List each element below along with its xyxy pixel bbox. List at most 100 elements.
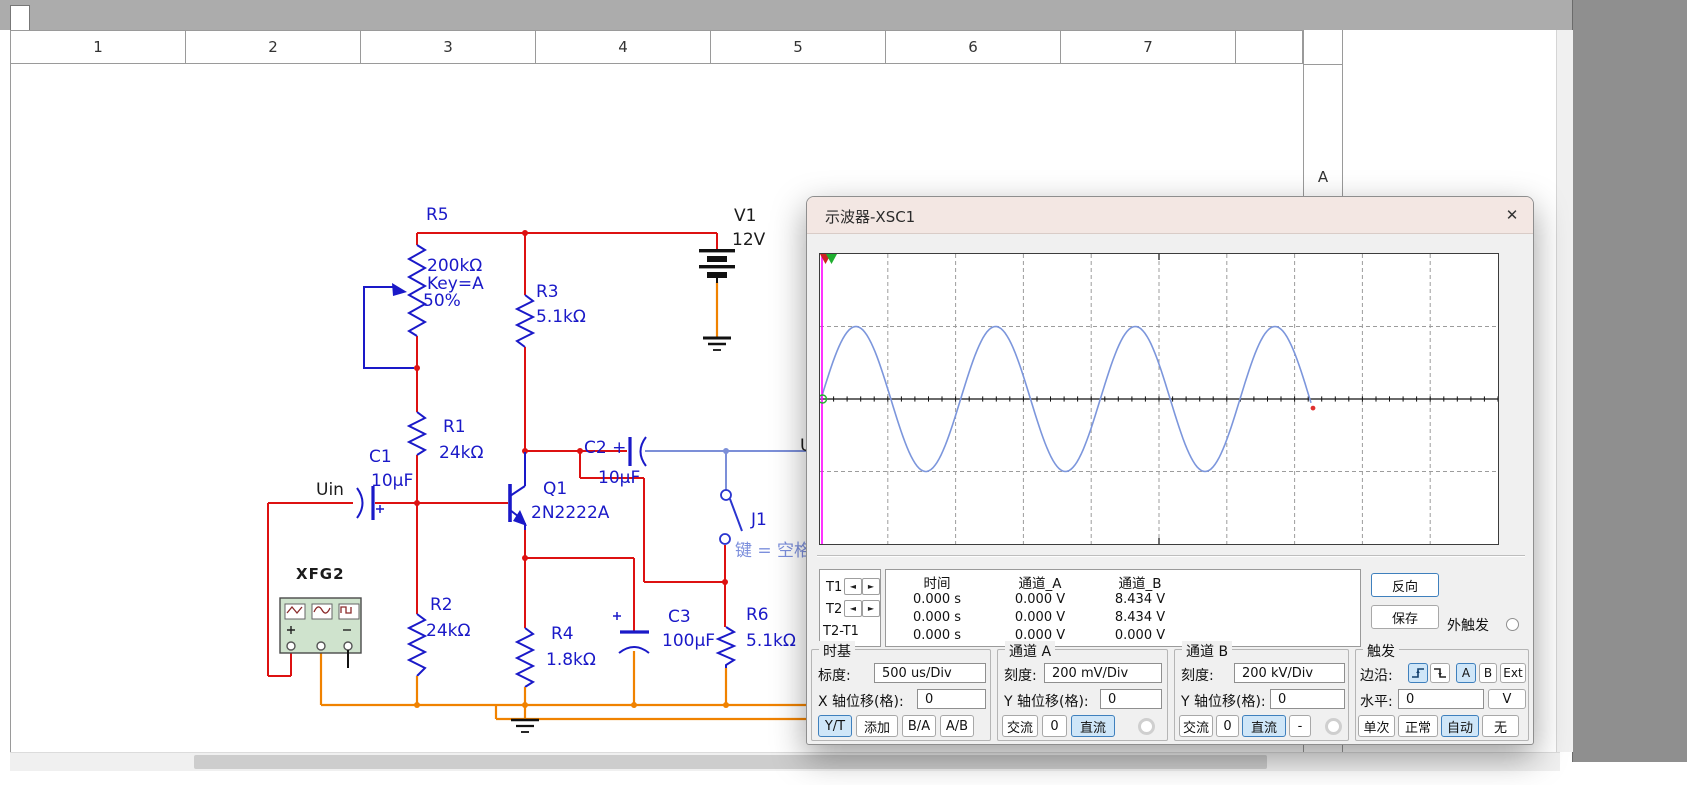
label-q1-ref: Q1: [543, 481, 567, 499]
close-icon[interactable]: ✕: [1497, 201, 1527, 229]
reverse-button[interactable]: 反向: [1371, 573, 1439, 597]
channel-b-coupling-直流-button[interactable]: 直流: [1242, 715, 1286, 737]
channel-b-scale-input[interactable]: 200 kV/Div: [1234, 663, 1345, 683]
channel-b-scale-value: 200 kV/Div: [1242, 666, 1313, 681]
timebase-scale-value: 500 us/Div: [882, 666, 952, 681]
output-junction-dot: [723, 448, 729, 454]
label-r5-ref: R5: [426, 207, 449, 225]
channel-a-scale-input[interactable]: 200 mV/Div: [1044, 663, 1162, 683]
label-uin: Uin: [316, 482, 344, 500]
trigger-mode-自动-button[interactable]: 自动: [1441, 715, 1479, 737]
measurement-table: 时间通道_A通道_B0.000 s0.000 V8.434 V0.000 s0.…: [885, 569, 1361, 647]
falling-edge-button[interactable]: [1430, 663, 1450, 683]
ext-trigger-radio[interactable]: [1506, 618, 1519, 631]
channel-b-scale-label: 刻度:: [1181, 665, 1214, 685]
cursor-t1-right-arrow-button[interactable]: ►: [862, 578, 880, 595]
channel-a-coupling-交流-button[interactable]: 交流: [1002, 715, 1038, 737]
channel-a-offset-input[interactable]: 0: [1100, 689, 1162, 709]
timebase-offset-input[interactable]: 0: [917, 689, 986, 709]
trigger-title: 触发: [1363, 641, 1399, 661]
cursor-row-label-t2-t1: T2-T1: [823, 624, 859, 639]
panel-divider: [817, 555, 1525, 557]
label-q1-value: 2N2222A: [531, 505, 609, 523]
timebase-offset-label: X 轴位移(格):: [818, 691, 904, 711]
timebase-title: 时基: [819, 641, 855, 661]
label-r4-ref: R4: [551, 626, 574, 644]
label-r2-ref: R2: [430, 597, 453, 615]
trigger-edge-label: 边沿:: [1360, 665, 1393, 685]
channel-b-offset-input[interactable]: 0: [1270, 689, 1345, 709]
trigger-level-unit-label: V: [1503, 692, 1512, 707]
channel-a-offset-value: 0: [1108, 692, 1116, 707]
label-r1-ref: R1: [443, 419, 466, 437]
channel-b-coupling-交流-button[interactable]: 交流: [1179, 715, 1213, 737]
label-j1-key: 键 = 空格: [735, 543, 811, 561]
save-button[interactable]: 保存: [1371, 605, 1439, 629]
measurement-value: 0.000 s: [886, 610, 988, 625]
label-v1-value: 12V: [732, 232, 765, 250]
label-r3-value: 5.1kΩ: [536, 309, 586, 327]
cursor-t1-left-arrow-button[interactable]: ◄: [844, 578, 862, 595]
cursor-t2-right-arrow-button[interactable]: ►: [862, 600, 880, 617]
oscilloscope-titlebar[interactable]: 示波器-XSC1 ✕: [807, 197, 1533, 234]
cursor-readout-labels: T1◄►T2◄►T2-T1: [819, 569, 881, 647]
timebase-mode-BA-button[interactable]: B/A: [902, 715, 936, 737]
cursor-row-label-t1: T1: [826, 580, 842, 595]
label-v1-ref: V1: [734, 208, 756, 226]
trigger-source-ext-button[interactable]: Ext: [1500, 663, 1526, 683]
trigger-source-b-button[interactable]: B: [1479, 663, 1497, 683]
label-c3-value: 100μF: [662, 633, 715, 651]
timebase-mode-添加-button[interactable]: 添加: [856, 715, 898, 737]
trigger-group: 触发 边沿: ABExt 水平: 0 V 单次正常自动无: [1355, 649, 1529, 741]
label-c2-ref: C2 +: [584, 440, 626, 458]
measurement-row-t1: 0.000 s0.000 V8.434 V: [886, 590, 1360, 608]
rising-edge-button[interactable]: [1408, 663, 1428, 683]
label-c3-ref: C3: [668, 609, 691, 627]
label-c1-value: 10μF: [371, 473, 413, 491]
trigger-level-unit[interactable]: V: [1488, 689, 1526, 709]
column-header: 通道_B: [1092, 572, 1188, 592]
c1-plus: [376, 505, 384, 513]
label-c2-value: 10μF: [598, 470, 640, 488]
measurement-value: 8.434 V: [1092, 610, 1188, 625]
resistor-r6: [718, 627, 734, 668]
battery-v1: [699, 249, 735, 278]
trigger-mode-单次-button[interactable]: 单次: [1358, 715, 1395, 737]
r5-wiper-arrow: [392, 283, 407, 296]
timebase-mode-AB-button[interactable]: A/B: [940, 715, 974, 737]
q1-emitter-arrow: [513, 510, 527, 526]
measurement-value: 0.000 s: [886, 628, 988, 643]
trigger-mode-无-button[interactable]: 无: [1482, 715, 1519, 737]
channel-b-coupling-0-button[interactable]: 0: [1216, 715, 1239, 737]
channel-a-coupling-0-button[interactable]: 0: [1042, 715, 1067, 737]
timebase-scale-input[interactable]: 500 us/Div: [874, 663, 986, 683]
trigger-level-input[interactable]: 0: [1398, 689, 1484, 709]
label-r3-ref: R3: [536, 284, 559, 302]
timebase-group: 时基 标度: 500 us/Div X 轴位移(格): 0 Y/T添加B/AA/…: [811, 649, 991, 741]
label-r1-value: 24kΩ: [439, 445, 483, 463]
channel-b-coupling--button[interactable]: -: [1289, 715, 1311, 737]
falling-edge-icon: [1432, 665, 1448, 681]
r5-wiper-loop: [364, 287, 414, 368]
trigger-mode-正常-button[interactable]: 正常: [1398, 715, 1438, 737]
measurement-value: 0.000 V: [988, 610, 1092, 625]
measurement-value: 0.000 V: [1092, 628, 1188, 643]
ground-symbol-main: [511, 720, 539, 732]
label-j1-ref: J1: [751, 512, 767, 530]
c3-plus: [613, 612, 621, 620]
channel-a-offset-label: Y 轴位移(格):: [1004, 691, 1089, 711]
trigger-source-a-button[interactable]: A: [1456, 663, 1476, 683]
rising-edge-icon: [1410, 665, 1426, 681]
timebase-offset-value: 0: [925, 692, 933, 707]
cursor-t2-left-arrow-button[interactable]: ◄: [844, 600, 862, 617]
timebase-mode-YT-button[interactable]: Y/T: [818, 715, 852, 737]
scope-display[interactable]: [819, 253, 1499, 545]
reverse-button-label: 反向: [1392, 576, 1418, 595]
resistor-r4: [517, 628, 533, 687]
channel-a-indicator: [1138, 718, 1155, 735]
timebase-scale-label: 标度:: [818, 665, 851, 685]
label-c1-ref: C1: [369, 449, 392, 467]
ground-symbol-v1: [703, 338, 731, 350]
measurement-value: 0.000 V: [988, 592, 1092, 607]
channel-a-coupling-直流-button[interactable]: 直流: [1071, 715, 1115, 737]
